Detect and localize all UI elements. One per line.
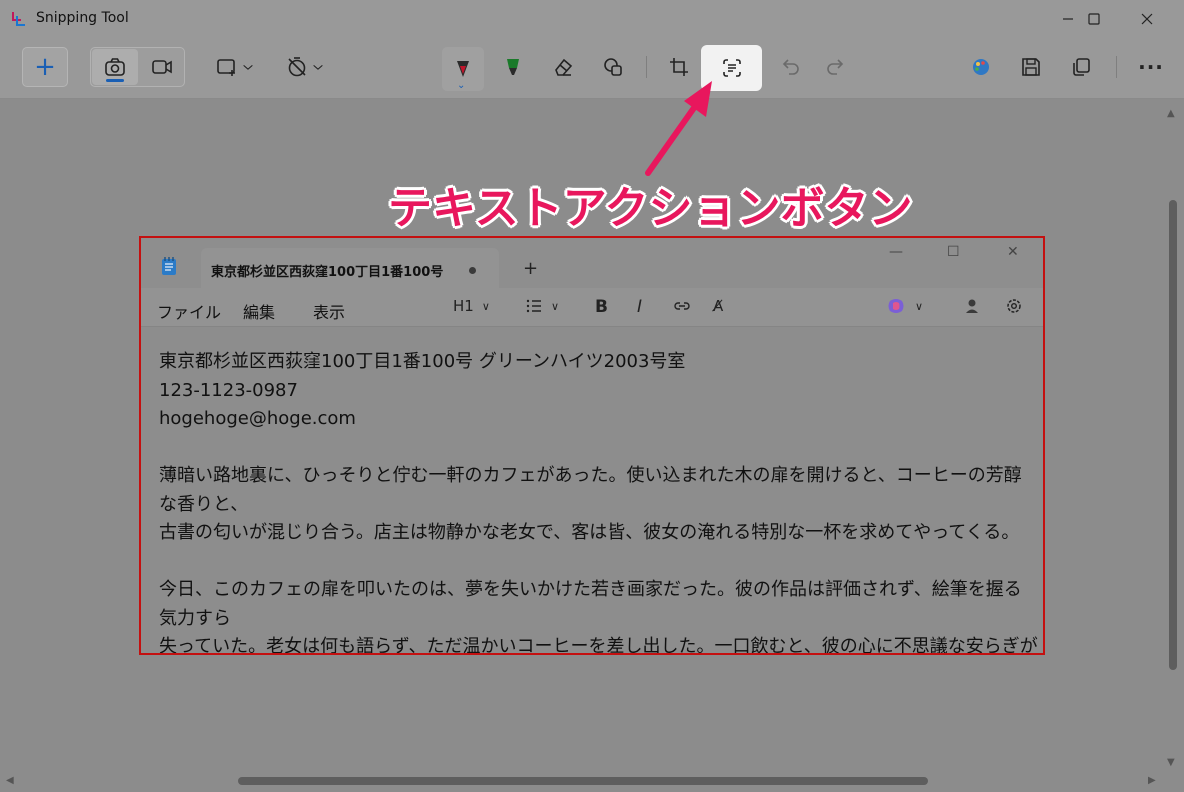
- settings-gear-icon: [1005, 297, 1023, 315]
- menu-view: 表示: [313, 303, 346, 322]
- save-icon: [1022, 58, 1040, 76]
- screenshot-mode-button[interactable]: [92, 49, 138, 85]
- link-icon: [673, 297, 691, 315]
- unsaved-dot-icon: [469, 267, 476, 274]
- plus-icon: +: [34, 52, 56, 82]
- notepad-title-bar: 東京都杉並区西荻窪100丁目1番100号 + — ☐ ✕: [141, 238, 1043, 290]
- timer-off-icon: [288, 57, 306, 77]
- list-icon: [526, 299, 541, 313]
- maximize-button[interactable]: [1071, 0, 1117, 38]
- heading-dropdown: H1 ∨: [453, 297, 490, 315]
- horizontal-scrollbar-thumb[interactable]: [238, 777, 928, 785]
- window-title: Snipping Tool: [36, 10, 129, 26]
- rect-snip-icon: [217, 59, 235, 76]
- np-maximize-icon: ☐: [947, 244, 960, 260]
- pen-button[interactable]: ⌄: [442, 47, 484, 91]
- undo-icon: [782, 59, 799, 75]
- copilot-icon: ∨: [887, 297, 923, 315]
- timer-dropdown[interactable]: [280, 47, 330, 87]
- menu-edit: 編集: [243, 303, 276, 322]
- vertical-scrollbar-thumb[interactable]: [1169, 200, 1177, 670]
- capture-mode-group: [90, 47, 185, 87]
- captured-screenshot: 東京都杉並区西荻窪100丁目1番100号 + — ☐ ✕ ファイル 編集 表示 …: [139, 236, 1045, 655]
- notepad-tab: 東京都杉並区西荻窪100丁目1番100号: [201, 248, 499, 290]
- np-minimize-icon: —: [889, 244, 903, 260]
- list-dropdown: ∨: [525, 297, 559, 315]
- new-snip-button[interactable]: +: [22, 47, 68, 87]
- redo-icon: [827, 59, 844, 75]
- copy-button[interactable]: [1060, 47, 1102, 87]
- body-line: 今日、このカフェの扉を叩いたのは、夢を失いかけた若き画家だった。彼の作品は評価さ…: [159, 579, 1022, 629]
- selected-indicator: [106, 79, 124, 82]
- more-options-button[interactable]: ···: [1130, 47, 1172, 87]
- close-button[interactable]: [1124, 0, 1170, 38]
- snip-shape-dropdown[interactable]: [210, 47, 260, 87]
- video-icon: [152, 60, 172, 74]
- body-line-blank: [159, 548, 1039, 577]
- chevron-down-icon: [243, 64, 253, 70]
- save-button[interactable]: [1010, 47, 1052, 87]
- shapes-icon: [604, 58, 622, 76]
- menu-file: ファイル: [157, 303, 222, 322]
- scroll-up-arrow[interactable]: ▲: [1167, 108, 1175, 119]
- chevron-down-icon: [313, 64, 323, 70]
- chevron-down-icon: ∨: [551, 299, 560, 313]
- toolbar: + ⌄ ···: [0, 38, 1184, 99]
- body-line: 薄暗い路地裏に、ひっそりと佇む一軒のカフェがあった。使い込まれた木の扉を開けると…: [159, 465, 1022, 515]
- np-close-icon: ✕: [1007, 244, 1019, 260]
- body-line-blank: [159, 434, 1039, 463]
- heading-level: H1: [453, 297, 474, 315]
- toolbar-separator: [1116, 56, 1117, 78]
- paint-icon: [973, 59, 989, 75]
- scroll-left-arrow[interactable]: ◀: [6, 775, 14, 786]
- eraser-icon: [555, 58, 573, 76]
- notepad-icon: [161, 256, 177, 276]
- record-mode-button[interactable]: [140, 49, 184, 85]
- clear-format-icon: A̸: [713, 297, 724, 315]
- bold-icon: B: [595, 297, 608, 317]
- chevron-down-icon: ∨: [915, 299, 924, 313]
- copy-icon: [1073, 58, 1090, 76]
- redo-button[interactable]: [814, 47, 856, 87]
- chevron-down-icon: ∨: [481, 299, 490, 313]
- italic-icon: I: [637, 297, 643, 317]
- snipping-tool-icon: [10, 10, 28, 28]
- title-bar: Snipping Tool: [0, 0, 1184, 38]
- camera-icon: [105, 58, 125, 76]
- body-line: 失っていた。老女は何も語らず、ただ温かいコーヒーを差し出した。一口飲むと、彼の心…: [159, 636, 1038, 655]
- open-paint-button[interactable]: [960, 47, 1002, 87]
- more-icon: ···: [1138, 55, 1164, 79]
- body-line: 東京都杉並区西荻窪100丁目1番100号 グリーンハイツ2003号室: [159, 351, 686, 372]
- new-tab-icon: +: [523, 258, 539, 279]
- scroll-right-arrow[interactable]: ▶: [1148, 775, 1156, 786]
- highlighter-button[interactable]: [492, 47, 534, 87]
- body-line: hogehoge@hoge.com: [159, 408, 356, 429]
- eraser-button[interactable]: [542, 47, 584, 87]
- tab-title: 東京都杉並区西荻窪100丁目1番100号: [211, 265, 444, 280]
- notepad-body: 東京都杉並区西荻窪100丁目1番100号 グリーンハイツ2003号室 123-1…: [159, 348, 1039, 655]
- body-line: 古書の匂いが混じり合う。店主は物静かな老女で、客は皆、彼女の淹れる特別な一杯を求…: [159, 522, 1020, 543]
- callout-arrow-icon: [645, 81, 712, 176]
- body-line: 123-1123-0987: [159, 379, 298, 401]
- notepad-menubar: ファイル 編集 表示 H1 ∨ ∨ B I A̸ ∨: [141, 288, 1043, 327]
- pen-icon: [457, 61, 469, 77]
- highlighter-icon: [507, 59, 519, 75]
- undo-button[interactable]: [770, 47, 812, 87]
- annotation-label: テキストアクションボタン: [388, 183, 913, 234]
- chevron-down-icon: ⌄: [457, 80, 466, 91]
- account-icon: [963, 297, 981, 315]
- shapes-button[interactable]: [592, 47, 634, 87]
- scroll-down-arrow[interactable]: ▼: [1167, 757, 1175, 768]
